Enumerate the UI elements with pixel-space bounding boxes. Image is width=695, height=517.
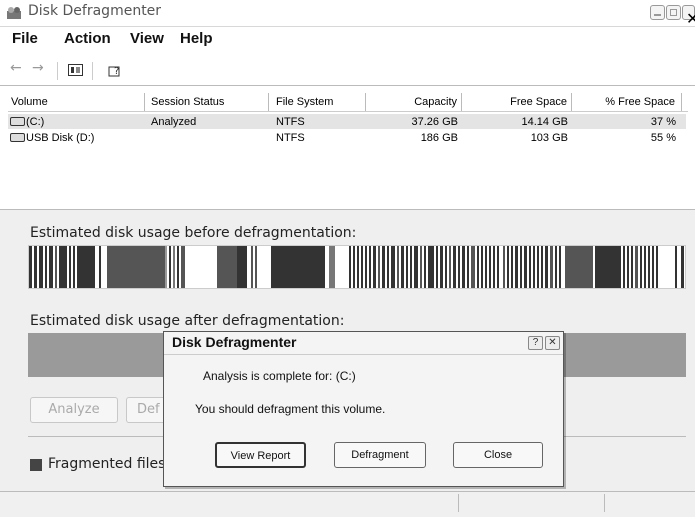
status-bar [0,491,695,517]
dialog-message-recommendation: You should defragment this volume. [195,402,386,416]
toolbar-separator [57,62,58,80]
cell-free-space: 103 GB [530,132,568,144]
analyze-button[interactable]: Analyze [30,397,118,423]
cell-status: Analyzed [151,116,197,128]
fragmented-files-swatch [30,459,42,471]
menu-action[interactable]: Action [64,30,111,47]
cell-file-system: NTFS [276,132,305,144]
cell-file-system: NTFS [276,116,305,128]
defragmenter-app-icon [7,7,21,19]
column-volume[interactable]: Volume [11,93,145,111]
window-title: Disk Defragmenter [28,3,162,19]
column-free-space[interactable]: Free Space [464,93,572,111]
cell-capacity: 37.26 GB [411,116,458,128]
cell-free-space: 14.14 GB [521,116,568,128]
column-file-system[interactable]: File System [276,93,366,111]
menu-file[interactable]: File [12,30,38,47]
header-divider [8,111,688,112]
dialog-message-analysis: Analysis is complete for: (C:) [203,369,356,383]
defragment-dialog-button[interactable]: Defragment [334,442,426,468]
column-percent-free-space[interactable]: % Free Space [574,93,682,111]
before-usage-bar [28,245,686,289]
svg-text:?: ? [114,66,119,77]
column-capacity[interactable]: Capacity [368,93,462,111]
status-divider [604,494,605,512]
drive-icon [10,117,25,126]
menu-help[interactable]: Help [180,30,213,47]
menu-view[interactable]: View [130,30,164,47]
toolbar-separator [92,62,93,80]
back-arrow-icon[interactable]: ← [10,60,22,76]
legend-fragmented-label: Fragmented files [48,456,166,472]
show-hide-pane-icon[interactable] [68,63,83,77]
drive-icon [10,133,25,142]
forward-arrow-icon[interactable]: → [32,60,44,76]
status-divider [458,494,459,512]
maximize-button[interactable] [666,5,681,20]
toolbar [0,55,695,86]
close-dialog-button[interactable]: Close [453,442,543,468]
dialog-help-button[interactable]: ? [528,336,543,350]
minimize-button[interactable] [650,5,665,20]
cell-volume[interactable]: USB Disk (D:) [26,131,94,145]
close-button[interactable]: ✕ [682,5,695,28]
after-usage-label: Estimated disk usage after defragmentati… [30,313,345,329]
cell-volume[interactable]: (C:) [26,115,44,129]
cell-percent-free: 55 % [650,132,676,144]
before-usage-label: Estimated disk usage before defragmentat… [30,225,357,241]
cell-capacity: 186 GB [420,132,458,144]
dialog-title: Disk Defragmenter [172,334,297,350]
column-session-status[interactable]: Session Status [151,93,269,111]
view-report-button[interactable]: View Report [215,442,306,468]
cell-percent-free: 37 % [650,116,676,128]
help-icon[interactable]: ? [108,63,123,77]
dialog-close-button[interactable]: ✕ [545,336,560,350]
